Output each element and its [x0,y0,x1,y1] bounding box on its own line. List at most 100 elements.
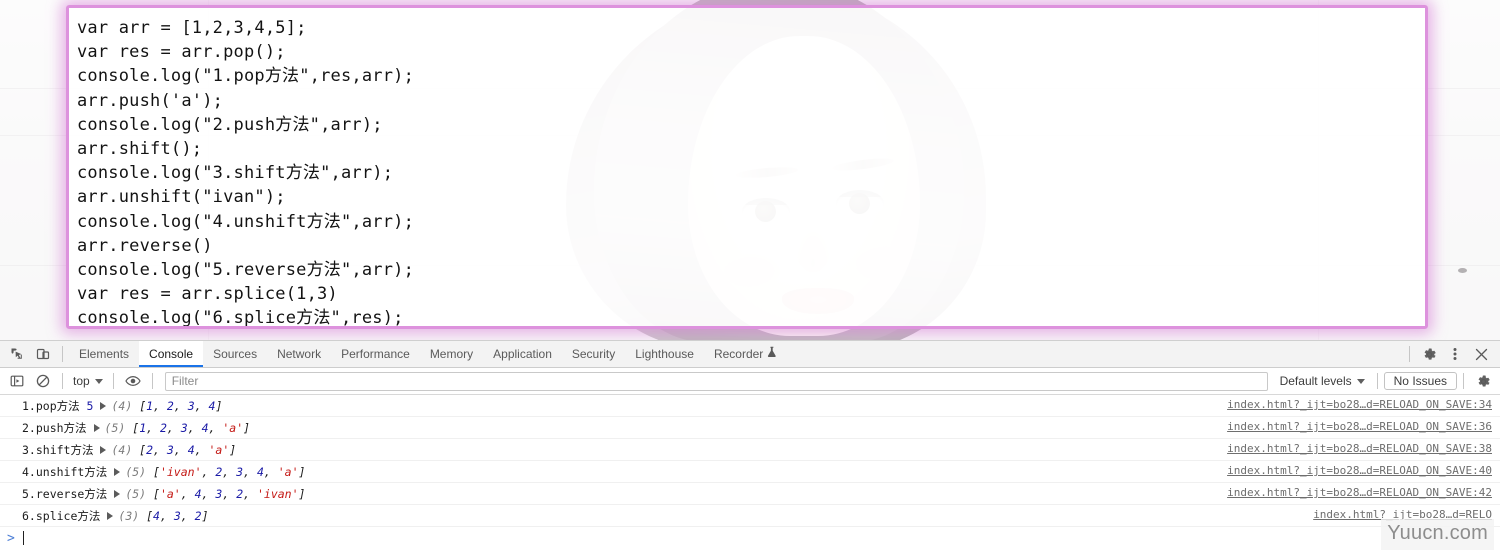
source-location-link[interactable]: index.html?_ijt=bo28…d=RELOAD_ON_SAVE:40 [1227,464,1492,477]
toolbar-divider [1409,346,1410,362]
array-token: , [173,398,188,413]
close-devtools-icon[interactable] [1468,342,1494,366]
clear-console-icon[interactable] [30,369,56,393]
array-token: , [243,464,257,479]
array-token: [ [139,442,147,457]
tab-lighthouse[interactable]: Lighthouse [625,341,704,367]
array-token: , [180,508,195,523]
log-levels-select[interactable]: Default levels [1274,372,1371,390]
array-token: , [187,420,202,435]
source-location-link[interactable]: index.html?_ijt=bo28…d=RELOAD_ON_SAVE:36 [1227,420,1492,433]
array-token: 3 [173,508,181,523]
tab-recorder[interactable]: Recorder [704,341,787,367]
array-token: , [222,486,237,501]
toolbar-divider [151,373,153,389]
tab-label: Security [571,347,616,361]
array-token: 4 [201,420,209,435]
console-settings-gear-icon[interactable] [1470,369,1496,393]
console-message-text: 1.pop方法 5 (4) [1, 2, 3, 4] [22,398,222,414]
array-token: 4 [208,398,216,413]
execution-context-select[interactable]: top [69,372,107,390]
array-token: [ [153,464,160,479]
console-message-row[interactable]: 6.splice方法 (3) [4, 3, 2] index.html?_ijt=b… [0,505,1500,527]
source-location-link[interactable]: index.html?_ijt=bo28…d=RELOAD_ON_SAVE:42 [1227,486,1492,499]
console-message-row[interactable]: 2.push方法 (5) [1, 2, 3, 4, 'a'] index.html?… [0,417,1500,439]
array-token: 4 [153,508,160,523]
log-levels-label: Default levels [1279,374,1352,388]
console-message-row[interactable]: 1.pop方法 5 (4) [1, 2, 3, 4] index.html?_ijt… [0,395,1500,417]
eye-icon[interactable] [120,369,146,393]
console-message-row[interactable]: 3.shift方法 (4) [2, 3, 4, 'a'] index.html?_i… [0,439,1500,461]
toolbar-divider [112,373,114,389]
array-token: 4 [194,486,202,501]
issues-label: No Issues [1393,374,1447,388]
expand-array-icon[interactable] [114,489,121,498]
tab-security[interactable]: Security [562,341,625,367]
background-speck [1458,268,1467,273]
source-location-link[interactable]: index.html?_ijt=bo28…d=RELOAD_ON_SAVE:34 [1227,398,1492,411]
array-token: [ [132,420,140,435]
tab-performance[interactable]: Performance [331,341,420,367]
array-length-badge: (5) [125,486,154,501]
tab-label: Application [493,347,552,361]
array-token: 'a' [159,486,181,501]
tab-label: Console [149,347,194,361]
array-token: ] [201,508,209,523]
array-token: 2 [159,420,167,435]
tab-application[interactable]: Application [483,341,562,367]
array-token: , [243,486,257,501]
array-token: 3 [236,464,244,479]
code-snippet-text: var arr = [1,2,3,4,5]; var res = arr.pop… [77,18,415,329]
array-length-badge: (5) [125,464,154,479]
array-token: 4 [256,464,264,479]
expand-array-icon[interactable] [100,445,107,454]
console-message-row[interactable]: 5.reverse方法 (5) ['a', 4, 3, 2, 'ivan'] ind… [0,483,1500,505]
console-message-text: 6.splice方法 (3) [4, 3, 2] [22,508,209,524]
array-token: ] [229,442,237,457]
expand-array-icon[interactable] [100,401,107,410]
tab-label: Network [277,347,322,361]
console-filter-input[interactable] [164,371,1268,391]
console-message-row[interactable]: 4.unshift方法 (5) ['ivan', 2, 3, 4, 'a'] ind… [0,461,1500,483]
array-token: 3 [215,486,223,501]
tab-network[interactable]: Network [267,341,331,367]
toolbar-divider [62,346,63,362]
expand-array-icon[interactable] [107,511,114,520]
issues-button[interactable]: No Issues [1383,372,1457,390]
tab-console[interactable]: Console [139,341,204,367]
array-token: , [146,420,160,435]
console-message-label: 1.pop方法 [22,398,80,413]
array-token: , [153,442,167,457]
array-token: , [180,486,195,501]
tab-memory[interactable]: Memory [420,341,483,367]
console-sidebar-icon[interactable] [4,369,30,393]
source-location-link[interactable]: index.html?_ijt=bo28…d=RELO [1313,508,1492,521]
array-length-badge: (5) [104,420,133,435]
array-token: , [263,464,278,479]
inspect-element-icon[interactable] [4,342,30,366]
console-message-list[interactable]: 1.pop方法 5 (4) [1, 2, 3, 4] index.html?_ijt… [0,395,1500,556]
array-token: 'a' [208,442,230,457]
tab-sources[interactable]: Sources [203,341,267,367]
device-toolbar-icon[interactable] [30,342,56,366]
array-length-badge: (4) [111,442,140,457]
array-token: ] [298,486,306,501]
tab-elements[interactable]: Elements [69,341,139,367]
more-options-icon[interactable] [1442,342,1468,366]
toolbar-divider [1463,373,1464,389]
array-token: 3 [166,442,174,457]
array-token: 2 [166,398,174,413]
chevron-down-icon [94,378,103,384]
expand-array-icon[interactable] [93,423,100,432]
console-message-label: 4.unshift方法 [22,464,108,479]
console-message-value: 5 [79,398,94,413]
array-token: 2 [236,486,244,501]
settings-gear-icon[interactable] [1416,342,1442,366]
expand-array-icon[interactable] [114,467,121,476]
source-location-link[interactable]: index.html?_ijt=bo28…d=RELOAD_ON_SAVE:38 [1227,442,1492,455]
array-token: 1 [139,420,147,435]
array-token: 3 [187,398,195,413]
console-message-label: 2.push方法 [22,420,87,435]
console-message-text: 3.shift方法 (4) [2, 3, 4, 'a'] [22,442,236,458]
console-prompt[interactable]: > [0,527,1500,549]
